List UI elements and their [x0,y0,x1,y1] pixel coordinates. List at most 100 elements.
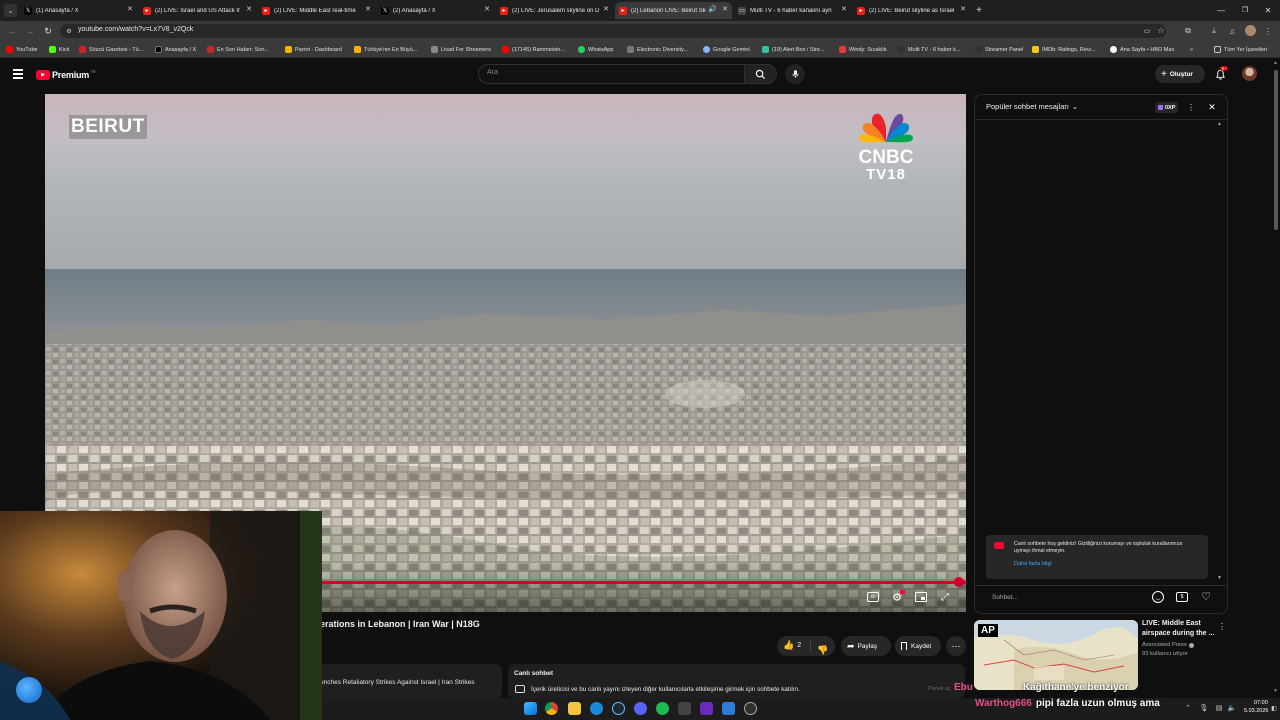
chat-scrollbar[interactable]: ▲ ▼ [1217,121,1223,583]
bookmark-item[interactable]: YouTube [6,44,38,55]
back-icon[interactable]: ← [6,25,18,37]
taskbar-date[interactable]: 5.03.2026 [1244,708,1268,714]
close-chat-icon[interactable]: ✕ [1207,101,1217,113]
address-bar[interactable]: ⚙ youtube.com/watch?v=Lx7V8_v2Qck ▭ ☆ [60,24,1166,38]
search-input[interactable]: Ara [487,69,498,76]
bookmark-item[interactable]: Anasayfa / X [155,44,196,55]
close-tab-icon[interactable]: ✕ [365,5,371,13]
close-tab-icon[interactable]: ✕ [603,5,609,13]
profile-avatar[interactable] [1245,25,1256,36]
discord-icon[interactable] [634,702,647,715]
super-chat-icon[interactable]: $ [1176,592,1188,602]
close-tab-icon[interactable]: ✕ [841,5,847,13]
new-tab-icon[interactable]: + [973,4,985,16]
share-button[interactable]: ➦ Paylaş [841,636,891,656]
heart-icon[interactable]: ♡ [1200,590,1212,603]
learn-more-link[interactable]: Daha fazla bilgi [1014,561,1052,567]
recommended-video[interactable]: AP LIVE: Middle East airspace during the… [974,620,1228,690]
reload-icon[interactable]: ↻ [42,25,54,37]
bookmark-item[interactable]: (19) Alert Box / Stre... [762,44,825,55]
maximize-icon[interactable]: ❐ [1238,4,1252,16]
extensions-icon[interactable]: ⧉ [1182,25,1194,37]
file-explorer-icon[interactable] [568,702,581,715]
close-tab-icon[interactable]: ✕ [484,5,490,13]
bookmark-item[interactable]: Electronic Diversity... [627,44,688,55]
bookmark-item[interactable]: WhatsApp [578,44,613,55]
download-icon[interactable]: ⤓ [1208,25,1220,37]
recommended-thumbnail[interactable]: AP [974,620,1138,690]
dislike-button[interactable]: 👎 [817,640,828,658]
close-tab-icon[interactable]: ✕ [127,5,133,13]
bookmark-item[interactable]: Kick [49,44,69,55]
bookmark-item[interactable]: Livad For Streamers [431,44,491,55]
search-button[interactable] [745,64,777,84]
bookmark-item[interactable]: En Son Haber: Son... [207,44,269,55]
bookmark-item[interactable]: Multi TV - 6 haber k... [898,44,960,55]
bookmark-item[interactable]: Google Gemini [703,44,750,55]
chat-input[interactable]: Sohbet... [992,594,1018,601]
related-video-card[interactable]: unches Retaliatory Strikes Against Israe… [315,664,502,698]
browser-menu-icon[interactable]: ⋮ [1263,25,1273,37]
chat-menu-icon[interactable]: ⋮ [1187,101,1195,113]
browser-tab[interactable]: ▸ (2) LIVE: Israel and US Attack Ir ✕ [139,2,256,19]
site-info-icon[interactable]: ⚙ [64,26,74,36]
browser-tab[interactable]: 𝕏 (1) Anasayfa / X ✕ [20,2,137,19]
streaming-app-icon[interactable] [700,702,713,715]
bookmarks-overflow-button[interactable]: » [1190,44,1193,55]
miniplayer-icon[interactable] [915,592,927,602]
tray-chevron-icon[interactable]: ⌃ [1183,703,1193,713]
bookmark-item[interactable]: Sözcü Gazetesi - Tü... [79,44,143,55]
close-tab-icon[interactable]: ✕ [722,5,728,13]
bookmark-item[interactable]: (17145) Rammstein... [502,44,565,55]
spotify-icon[interactable] [656,702,669,715]
bookmark-star-icon[interactable]: ☆ [1156,25,1166,35]
forward-icon[interactable]: → [24,25,36,37]
calculator-icon[interactable] [678,702,691,715]
youtube-logo[interactable]: ▶ Premium TR [36,68,95,82]
browser-tab[interactable]: ▸ (2) LIVE: Beirut skyline as Israel ✕ [853,2,970,19]
page-scrollbar[interactable]: ▲ ▼ [1272,58,1280,698]
hamburger-menu-icon[interactable] [13,69,23,79]
close-tab-icon[interactable]: ✕ [246,5,252,13]
speaker-icon[interactable]: 🔊 [708,5,717,13]
volume-icon[interactable]: 🔈 [1227,703,1237,713]
points-badge[interactable]: 0XP [1155,102,1179,113]
notification-center-icon[interactable]: ◧ [1270,703,1278,713]
close-window-icon[interactable]: ✕ [1261,4,1275,16]
like-button[interactable]: 👍 2 [783,640,801,651]
network-icon[interactable]: ▤ [1214,703,1224,713]
bookmark-item[interactable]: Parrot - Dashboard [285,44,342,55]
browser-tab[interactable]: ▸ (2) LIVE: Jerusalem skyline on D ✕ [496,2,613,19]
chrome-icon[interactable] [545,702,558,715]
steam-icon[interactable] [612,702,625,715]
voice-search-button[interactable] [785,64,805,84]
notifications-button[interactable]: 9+ [1214,66,1229,81]
more-actions-icon[interactable]: ⋯ [946,636,966,656]
browser-tab-active[interactable]: ▸ (2) Lebanon LIVE: Beirut Sk 🔊 ✕ [615,2,732,19]
browser-tab[interactable]: 𝕏 (2) Anasayfa / X ✕ [377,2,494,19]
media-icon[interactable]: ♫ [1226,25,1238,37]
tab-search-icon[interactable]: ⌄ [4,4,17,17]
create-button[interactable]: + Oluştur [1155,65,1205,83]
close-tab-icon[interactable]: ✕ [960,5,966,13]
bookmark-item[interactable]: Streamer Panel [975,44,1023,55]
search-box[interactable]: Ara [478,64,745,84]
fullscreen-icon[interactable]: ⤢ [939,591,951,603]
windows-start-icon[interactable] [524,702,537,715]
browser-tab[interactable]: ▸ (2) LIVE: Middle East real-time ✕ [258,2,375,19]
chat-mode-dropdown[interactable]: Popüler sohbet mesajları ⌄ [986,102,1078,111]
save-button[interactable]: Kaydet [895,636,941,656]
all-bookmarks-button[interactable]: Tüm Yer İşaretleri [1214,44,1267,55]
bookmark-item[interactable]: Türkiye'nin En Büyü... [354,44,417,55]
edge-icon[interactable] [590,702,603,715]
microphone-tray-icon[interactable]: 🎙 [1199,703,1209,713]
minimize-icon[interactable]: — [1214,4,1228,16]
obs-icon[interactable] [744,702,757,715]
cast-icon[interactable]: ▭ [1142,26,1152,36]
recommended-menu-icon[interactable]: ⋮ [1218,620,1226,632]
store-icon[interactable] [722,702,735,715]
emoji-icon[interactable]: ‿ [1152,591,1164,603]
bookmark-item[interactable]: Windy: Sıcaklık [839,44,887,55]
bookmark-item[interactable]: Ana Sayfa • HBO Max [1110,44,1174,55]
taskbar-time[interactable]: 07:00 [1254,700,1268,706]
